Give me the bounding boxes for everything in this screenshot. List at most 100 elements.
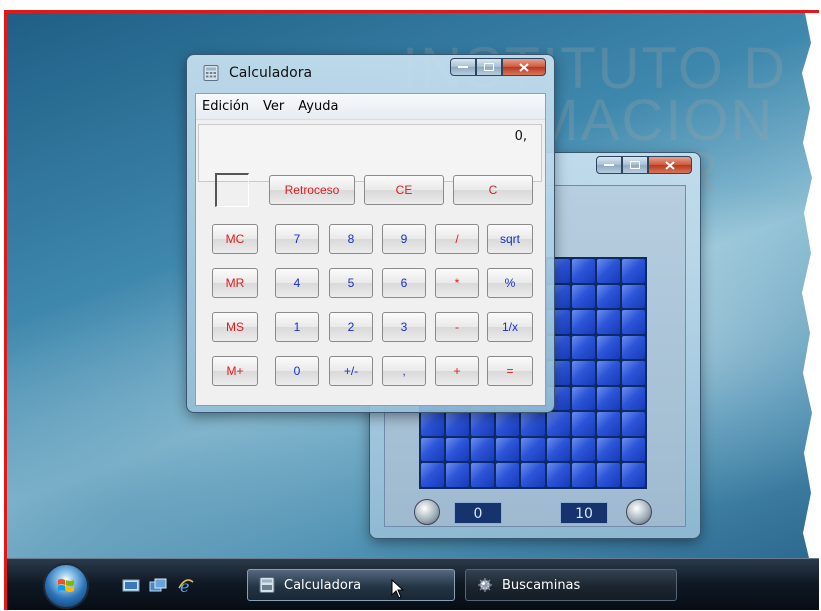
maximize-button[interactable] [622, 156, 648, 174]
mine-cell[interactable] [471, 463, 495, 487]
mine-cell[interactable] [621, 284, 645, 309]
mine-cell[interactable] [421, 463, 445, 487]
key-4[interactable]: 4 [275, 268, 319, 298]
mine-cell[interactable] [621, 386, 645, 411]
retroceso-button[interactable]: Retroceso [269, 175, 355, 205]
mouse-pointer-icon [391, 579, 405, 599]
mine-cell[interactable] [621, 463, 645, 487]
mine-cell[interactable] [546, 437, 570, 462]
torn-edge [802, 13, 819, 558]
taskbar-item-buscaminas[interactable]: Buscaminas [465, 569, 677, 601]
display-value: 0, [514, 129, 527, 144]
key-8[interactable]: 8 [329, 224, 373, 254]
mine-cell[interactable] [471, 412, 495, 436]
key-5[interactable]: 5 [329, 268, 373, 298]
mine-cell[interactable] [446, 412, 470, 436]
taskbar-item-calculadora[interactable]: Calculadora [247, 569, 455, 601]
mine-cell[interactable] [596, 463, 620, 487]
close-button[interactable] [648, 156, 692, 174]
mine-cell[interactable] [496, 437, 520, 462]
time-counter: 0 [454, 502, 502, 524]
mine-cell[interactable] [521, 463, 545, 487]
taskbar-item-label: Buscaminas [502, 577, 581, 593]
key-percent[interactable]: % [487, 268, 533, 298]
mine-cell[interactable] [596, 361, 620, 385]
key-plus[interactable]: + [435, 356, 479, 386]
taskbar-item-label: Calculadora [284, 577, 362, 593]
mr-button[interactable]: MR [212, 268, 258, 298]
mine-cell[interactable] [421, 412, 445, 436]
mine-cell[interactable] [596, 259, 620, 283]
key-6[interactable]: 6 [382, 268, 426, 298]
minimize-button[interactable] [596, 156, 622, 174]
start-button[interactable] [43, 563, 89, 609]
show-desktop-icon[interactable] [122, 578, 140, 594]
calculator-display: 0, [198, 124, 542, 182]
c-button[interactable]: C [453, 175, 533, 205]
key-1[interactable]: 1 [275, 312, 319, 342]
key-sqrt[interactable]: sqrt [487, 224, 533, 254]
ce-button[interactable]: CE [364, 175, 444, 205]
key-multiply[interactable]: * [435, 268, 479, 298]
mine-cell[interactable] [571, 412, 595, 436]
mine-cell[interactable] [571, 386, 595, 411]
mine-cell[interactable] [571, 463, 595, 487]
mine-cell[interactable] [446, 437, 470, 462]
mine-cell[interactable] [571, 335, 595, 360]
mine-cell[interactable] [496, 463, 520, 487]
key-decimal[interactable]: , [382, 356, 426, 386]
internet-explorer-icon[interactable]: e [177, 578, 195, 594]
menu-ayuda[interactable]: Ayuda [298, 99, 338, 114]
key-plus-minus[interactable]: +/- [329, 356, 373, 386]
maximize-button[interactable] [476, 58, 502, 76]
mine-cell[interactable] [546, 412, 570, 436]
mine-cell[interactable] [596, 437, 620, 462]
mine-cell[interactable] [521, 437, 545, 462]
switch-windows-icon[interactable] [149, 578, 167, 594]
key-2[interactable]: 2 [329, 312, 373, 342]
mine-cell[interactable] [621, 437, 645, 462]
mine-cell[interactable] [546, 463, 570, 487]
mine-cell[interactable] [421, 437, 445, 462]
mine-cell[interactable] [621, 412, 645, 436]
mine-cell[interactable] [496, 412, 520, 436]
timer-icon [414, 499, 440, 525]
mine-cell[interactable] [571, 284, 595, 309]
key-9[interactable]: 9 [382, 224, 426, 254]
mines-counter: 10 [560, 502, 608, 524]
mc-button[interactable]: MC [212, 224, 258, 254]
mine-cell[interactable] [571, 310, 595, 334]
calculator-icon [203, 65, 219, 81]
mine-cell[interactable] [621, 335, 645, 360]
windows-logo-icon [58, 579, 74, 592]
key-0[interactable]: 0 [275, 356, 319, 386]
menu-edicion[interactable]: Edición [202, 99, 249, 114]
key-3[interactable]: 3 [382, 312, 426, 342]
mine-cell[interactable] [571, 361, 595, 385]
key-minus[interactable]: - [435, 312, 479, 342]
mine-cell[interactable] [596, 386, 620, 411]
mine-cell[interactable] [571, 437, 595, 462]
menu-ver[interactable]: Ver [263, 99, 284, 114]
minimize-button[interactable] [450, 58, 476, 76]
mine-cell[interactable] [446, 463, 470, 487]
mine-cell[interactable] [471, 437, 495, 462]
m-plus-button[interactable]: M+ [212, 356, 258, 386]
close-button[interactable] [502, 58, 546, 76]
mine-cell[interactable] [621, 259, 645, 283]
screenshot-frame: INSTITUTO D FORMACION SUPERIOR 0 10 Calc… [4, 10, 819, 610]
key-equals[interactable]: = [487, 356, 533, 386]
key-reciprocal[interactable]: 1/x [487, 312, 533, 342]
key-divide[interactable]: / [435, 224, 479, 254]
mine-cell[interactable] [596, 284, 620, 309]
mine-cell[interactable] [621, 361, 645, 385]
mine-cell[interactable] [596, 335, 620, 360]
mine-cell[interactable] [621, 310, 645, 334]
mine-cell[interactable] [521, 412, 545, 436]
mine-cell[interactable] [596, 310, 620, 334]
key-7[interactable]: 7 [275, 224, 319, 254]
mine-cell[interactable] [571, 259, 595, 283]
mine-cell[interactable] [596, 412, 620, 436]
calculator-icon [259, 577, 275, 593]
ms-button[interactable]: MS [212, 312, 258, 342]
